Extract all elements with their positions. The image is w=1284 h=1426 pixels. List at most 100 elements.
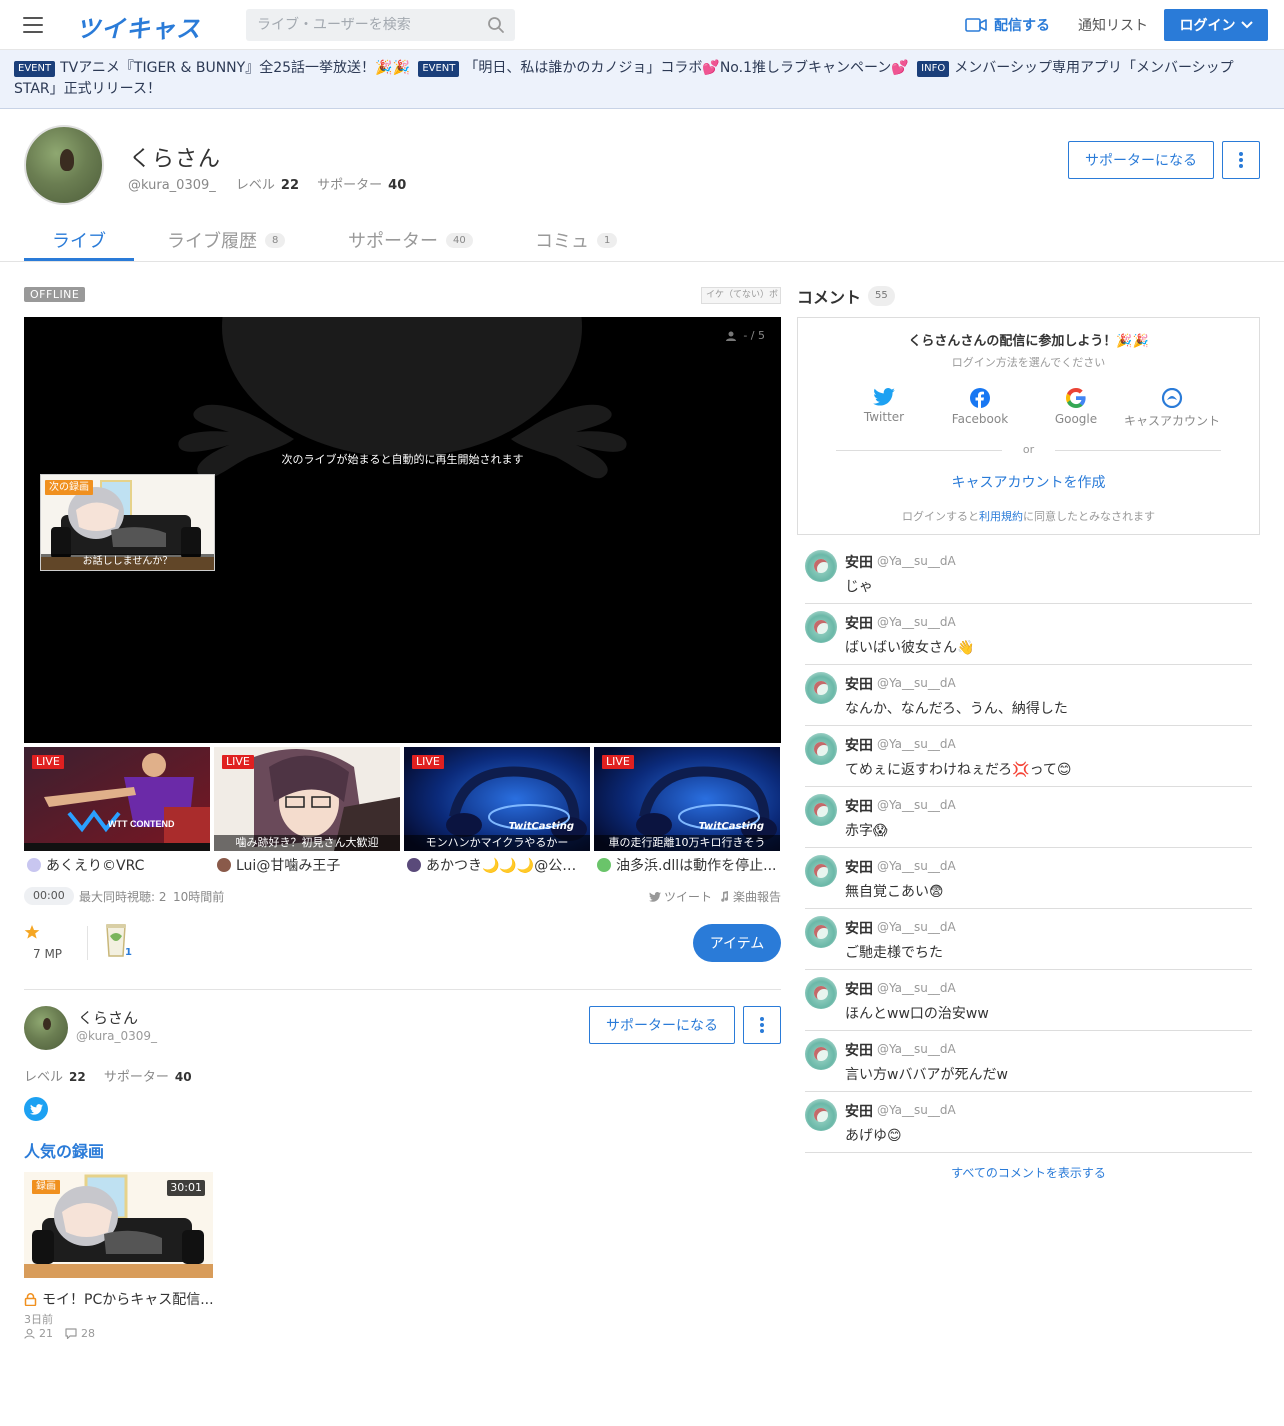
camera-icon (965, 18, 987, 32)
more-options-button[interactable] (743, 1006, 781, 1044)
become-supporter-button[interactable]: サポーターになる (589, 1006, 735, 1044)
terms-link[interactable]: 利用規約 (979, 510, 1023, 523)
video-player[interactable]: - / 5 次のライブが始まると自動的に再生開始されます 次の録画 お話ししませ… (24, 317, 781, 743)
site-logo[interactable]: ツイキャス (76, 9, 201, 44)
login-button[interactable]: ログイン (1164, 9, 1268, 41)
tab-label: サポーター (348, 231, 438, 252)
live-thumbnail[interactable]: LIVE TwitCasting 車の走行距離10万キロ行きそう 油多浜.dll… (594, 747, 780, 874)
recording-title[interactable]: モイ！PCからキャス配信... (24, 1289, 219, 1309)
announcement-link[interactable]: 「明日、私は誰かのカノジョ」コラボ💕No.1推しラブキャンペーン💕 (464, 60, 908, 76)
commenter-id: @Ya__su__dA (877, 737, 956, 751)
comment-item: 安田 @Ya__su__dA てめぇに返すわけねぇだろ💢って😊 (805, 726, 1252, 787)
commenter-avatar[interactable] (805, 733, 837, 765)
commenter-name[interactable]: 安田 (845, 1040, 873, 1060)
person-icon (24, 1328, 35, 1339)
live-thumbnails: LIVE WTT CONTEND あくえり©VRC LIVE 噛み跡好き？初見さ… (24, 747, 781, 875)
live-user[interactable]: 油多浜.dllは動作を停止... (594, 855, 780, 875)
tabs-divider (0, 261, 1284, 262)
live-tag[interactable]: イケ（てない）ボ (701, 287, 781, 304)
profile-name-small: くらさん (78, 1009, 139, 1027)
comment-text: じゃ (845, 579, 873, 595)
commenter-avatar[interactable] (805, 672, 837, 704)
commenter-avatar[interactable] (805, 794, 837, 826)
commenter-name[interactable]: 安田 (845, 674, 873, 694)
comment-title-label: コメント (797, 288, 862, 307)
item-button[interactable]: アイテム (693, 924, 781, 962)
commenter-id: @Ya__su__dA (877, 981, 956, 995)
item-cup[interactable]: 1 (104, 922, 132, 960)
commenter-name[interactable]: 安田 (845, 552, 873, 572)
live-thumbnail[interactable]: LIVE 噛み跡好き？初見さん大歓迎 Lui@甘噛み王子 (214, 747, 400, 874)
popular-recordings-title: 人気の録画 (24, 1142, 105, 1161)
tweet-link[interactable]: ツイート (649, 888, 712, 905)
recording-duration: 30:01 (167, 1180, 205, 1196)
tab-supporters[interactable]: サポーター 40 (348, 218, 473, 262)
recording-thumbnail[interactable]: 録画 30:01 (24, 1172, 213, 1278)
comment-count: 55 (868, 286, 895, 306)
commenter-avatar[interactable] (805, 611, 837, 643)
menu-icon[interactable] (23, 17, 43, 33)
login-google[interactable]: Google (1026, 388, 1126, 426)
login-facebook[interactable]: Facebook (930, 388, 1030, 426)
tab-live-history[interactable]: ライブ履歴 8 (167, 218, 286, 262)
live-user[interactable]: Lui@甘噛み王子 (214, 855, 400, 875)
cup-count: 1 (125, 947, 132, 958)
thumbnail-logo: WTT CONTEND (108, 819, 175, 829)
live-user[interactable]: あかつき🌙🌙🌙@公国軍... (404, 855, 590, 875)
commenter-id: @Ya__su__dA (877, 859, 956, 873)
song-report-link[interactable]: 楽曲報告 (720, 888, 781, 905)
commenter-name[interactable]: 安田 (845, 918, 873, 938)
broadcast-link[interactable]: 配信する (965, 15, 1050, 35)
commenter-avatar[interactable] (805, 977, 837, 1009)
live-thumbnail[interactable]: LIVE TwitCasting モンハンかマイクラやるかー あかつき🌙🌙🌙@公… (404, 747, 590, 874)
commenter-avatar[interactable] (805, 855, 837, 887)
profile-avatar-small[interactable] (24, 1006, 68, 1050)
commenter-name[interactable]: 安田 (845, 857, 873, 877)
cas-account-icon (1161, 388, 1183, 408)
player-message: 次のライブが始まると自動的に再生開始されます (281, 453, 524, 466)
level-value: 22 (280, 178, 300, 193)
commenter-name[interactable]: 安田 (845, 979, 873, 999)
show-all-comments-link[interactable]: すべてのコメントを表示する (797, 1164, 1260, 1181)
broadcast-label: 配信する (994, 18, 1050, 34)
live-user[interactable]: あくえり©VRC (24, 855, 210, 875)
live-user-name: あかつき🌙🌙🌙@公国軍... (426, 858, 590, 874)
viewer-count-value: - / 5 (743, 329, 765, 342)
announcement-link[interactable]: TVアニメ『TIGER & BUNNY』全25話一挙放送！🎉🎉 (60, 60, 410, 76)
announcement-badge: EVENT (14, 61, 56, 77)
next-recording-card[interactable]: 次の録画 お話ししませんか？ (40, 474, 215, 571)
supporter-label: サポーター (103, 1070, 169, 1085)
user-avatar (597, 858, 611, 872)
tweet-label: ツイート (664, 890, 713, 904)
search-input[interactable] (246, 9, 476, 41)
become-supporter-button[interactable]: サポーターになる (1068, 141, 1214, 179)
login-cas-account[interactable]: キャスアカウント (1122, 388, 1222, 429)
twitter-profile-link[interactable] (24, 1097, 48, 1121)
person-icon (726, 331, 737, 341)
commenter-avatar[interactable] (805, 550, 837, 582)
live-meta: 00:00 最大同時視聴: 2 10時間前 ツイート 楽曲報告 (24, 887, 781, 905)
tab-community[interactable]: コミュ 1 (535, 218, 618, 262)
profile-id: @kura_0309_ (128, 178, 216, 193)
profile-avatar[interactable] (24, 125, 104, 205)
search-icon[interactable] (487, 16, 505, 34)
live-thumbnail[interactable]: LIVE WTT CONTEND あくえり©VRC (24, 747, 210, 874)
supporter-count: 40 (388, 178, 407, 193)
commenter-avatar[interactable] (805, 1038, 837, 1070)
create-cas-account-link[interactable]: キャスアカウントを作成 (798, 472, 1259, 492)
login-twitter[interactable]: Twitter (834, 388, 934, 424)
twitter-icon (873, 388, 895, 406)
live-user-name: 油多浜.dllは動作を停止... (616, 858, 777, 874)
commenter-avatar[interactable] (805, 916, 837, 948)
commenter-name[interactable]: 安田 (845, 1101, 873, 1121)
tab-live[interactable]: ライブ (52, 218, 106, 262)
commenter-name[interactable]: 安田 (845, 796, 873, 816)
notify-list-link[interactable]: 通知リスト (1078, 15, 1148, 35)
commenter-name[interactable]: 安田 (845, 613, 873, 633)
music-note-icon (721, 891, 729, 902)
more-options-button[interactable] (1222, 141, 1260, 179)
login-cas-account-label: キャスアカウント (1123, 414, 1220, 428)
commenter-avatar[interactable] (805, 1099, 837, 1131)
commenter-name[interactable]: 安田 (845, 735, 873, 755)
level-label: レベル (24, 1070, 64, 1085)
